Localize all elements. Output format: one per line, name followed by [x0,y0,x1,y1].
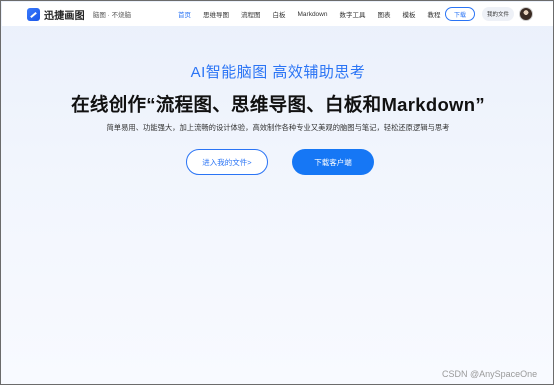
logo-tagline: 脑图 · 不烧脑 [92,12,132,19]
menu-item-flowchart[interactable]: 流程图 [241,9,261,19]
watermark-text: CSDN @AnySpaceOne [442,369,538,379]
download-button[interactable]: 下载 [445,7,475,21]
menu-item-home[interactable]: 首页 [178,9,191,19]
menu-item-mindmap[interactable]: 思维导图 [203,9,229,19]
hero-description: 简单易用、功能强大，加上流畅的设计体验，高效制作各种专业又美观的脑图与笔记，轻松… [106,123,450,132]
my-files-button[interactable]: 我的文件 [482,7,514,21]
menu-item-tutorials[interactable]: 教程 [427,9,440,19]
hero-title: 在线创作“流程图、思维导图、白板和Markdown” [71,94,485,115]
user-avatar[interactable] [519,7,533,21]
menu-item-digital-tools[interactable]: 数字工具 [339,9,365,19]
menu-item-templates[interactable]: 模板 [402,9,415,19]
menu-item-charts[interactable]: 图表 [377,9,390,19]
menu-item-markdown[interactable]: Markdown [298,11,328,18]
main-menu: 首页 思维导图 流程图 白板 Markdown 数字工具 图表 模板 教程 [178,2,452,26]
download-client-button[interactable]: 下载客户端 [292,149,374,175]
logo[interactable]: 迅捷画图 脑图 · 不烧脑 [27,7,131,22]
logo-name: 迅捷画图 [44,10,85,22]
logo-icon [27,7,40,21]
hero-subtitle: AI智能脑图 高效辅助思考 [190,64,366,81]
top-navbar: 迅捷画图 脑图 · 不烧脑 首页 思维导图 流程图 白板 Markdown 数字… [2,2,553,26]
enter-my-files-button[interactable]: 进入我的文件> [186,149,268,175]
menu-item-whiteboard[interactable]: 白板 [273,9,286,19]
page-frame: 迅捷画图 脑图 · 不烧脑 首页 思维导图 流程图 白板 Markdown 数字… [0,0,554,385]
